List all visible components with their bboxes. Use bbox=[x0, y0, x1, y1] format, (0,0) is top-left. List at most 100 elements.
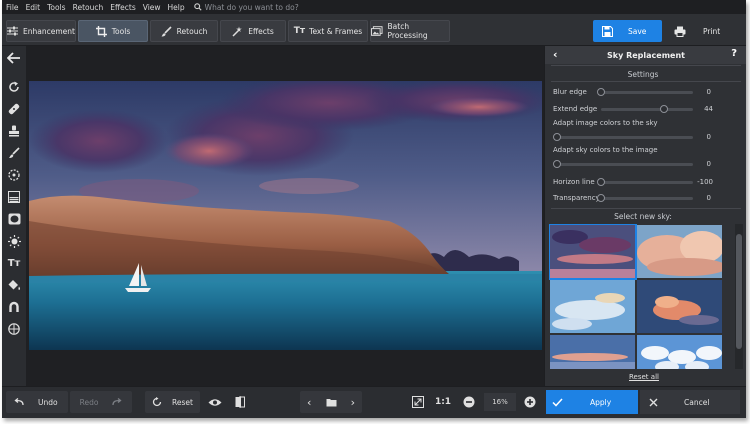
sky-thumbnail[interactable] bbox=[637, 335, 722, 369]
save-label: Save bbox=[628, 26, 647, 36]
tab-retouch-label: Retouch bbox=[176, 26, 208, 36]
gradient-icon bbox=[8, 191, 20, 203]
healing-tool[interactable] bbox=[5, 100, 23, 118]
search-box[interactable]: What do you want to do? bbox=[193, 3, 299, 12]
scrollbar-thumb[interactable] bbox=[736, 234, 742, 349]
redo-icon bbox=[112, 398, 122, 406]
menu-retouch[interactable]: Retouch bbox=[73, 3, 104, 12]
menu-edit[interactable]: Edit bbox=[26, 3, 41, 12]
sky-thumbnail[interactable] bbox=[637, 225, 722, 278]
cancel-button[interactable]: Cancel bbox=[640, 390, 740, 414]
paint-bucket-icon bbox=[8, 280, 20, 290]
tab-batch-processing[interactable]: Batch Processing bbox=[370, 20, 450, 42]
sky-thumbnails bbox=[549, 224, 733, 369]
print-button[interactable]: Print bbox=[666, 20, 740, 42]
brush-tool[interactable] bbox=[5, 144, 23, 162]
zoom-in-button[interactable] bbox=[520, 391, 540, 413]
compare-button[interactable] bbox=[230, 391, 250, 413]
adapt-image-colors-knob[interactable] bbox=[553, 133, 561, 141]
adapt-image-colors-slider[interactable] bbox=[555, 136, 693, 139]
tab-tools[interactable]: Tools bbox=[78, 20, 148, 42]
sky-thumbnail[interactable] bbox=[550, 280, 635, 333]
menu-tools[interactable]: Tools bbox=[47, 3, 65, 12]
rotate-tool[interactable] bbox=[5, 78, 23, 96]
rotate-icon bbox=[9, 81, 19, 92]
text-tool[interactable]: Tт bbox=[5, 254, 23, 272]
folder-icon[interactable] bbox=[326, 398, 337, 407]
horizon-line-knob[interactable] bbox=[597, 178, 605, 186]
save-button[interactable]: Save bbox=[593, 20, 662, 42]
compare-icon bbox=[235, 396, 245, 408]
reset-label: Reset bbox=[172, 397, 193, 407]
zoom-out-button[interactable] bbox=[459, 391, 479, 413]
tab-text-frames[interactable]: Tт Text & Frames bbox=[288, 20, 368, 42]
sky-thumbnail[interactable] bbox=[550, 335, 635, 369]
preview-toggle[interactable] bbox=[204, 391, 226, 413]
tab-text-frames-label: Text & Frames bbox=[309, 26, 363, 36]
actual-size-button[interactable]: 1:1 bbox=[432, 391, 454, 413]
thumbnails-scrollbar[interactable] bbox=[735, 224, 743, 369]
plus-circle-icon bbox=[524, 396, 536, 408]
sky-thumbnail[interactable] bbox=[549, 224, 637, 280]
search-icon bbox=[193, 3, 202, 11]
extend-edge-slider[interactable] bbox=[601, 108, 693, 111]
menu-view[interactable]: View bbox=[143, 3, 161, 12]
sky-thumbnail[interactable] bbox=[637, 280, 722, 333]
divider bbox=[551, 208, 741, 209]
clone-stamp-tool[interactable] bbox=[5, 122, 23, 140]
crop-icon bbox=[95, 25, 107, 37]
redo-button[interactable]: Redo bbox=[70, 391, 132, 413]
extend-edge-knob[interactable] bbox=[660, 105, 668, 113]
apply-button[interactable]: Apply bbox=[546, 390, 638, 414]
tab-enhancement[interactable]: Enhancement bbox=[6, 20, 76, 42]
sky-thumbnail-image bbox=[637, 280, 722, 333]
blur-edge-label: Blur edge bbox=[553, 88, 587, 96]
chevron-left-icon[interactable]: ‹ bbox=[553, 48, 558, 61]
sliders-icon bbox=[7, 26, 19, 36]
chevron-right-icon[interactable]: › bbox=[351, 396, 355, 409]
sky-thumbnail-image bbox=[550, 335, 635, 369]
blur-edge-slider[interactable] bbox=[601, 91, 693, 94]
chevron-left-icon[interactable]: ‹ bbox=[307, 396, 311, 409]
selection-tool[interactable] bbox=[5, 298, 23, 316]
undo-button[interactable]: Undo bbox=[6, 391, 68, 413]
vignette-tool[interactable] bbox=[5, 210, 23, 228]
menu-file[interactable]: File bbox=[6, 3, 19, 12]
text-icon: Tт bbox=[7, 257, 21, 269]
app-window: File Edit Tools Retouch Effects View Hel… bbox=[2, 0, 746, 418]
adapt-sky-colors-slider[interactable] bbox=[555, 163, 693, 166]
gradient-tool[interactable] bbox=[5, 188, 23, 206]
minus-circle-icon bbox=[463, 396, 475, 408]
select-new-sky-label: Select new sky: bbox=[614, 212, 672, 221]
sky-replacement-tool[interactable] bbox=[5, 320, 23, 338]
tab-effects[interactable]: Effects bbox=[220, 20, 286, 42]
extend-edge-label: Extend edge bbox=[553, 105, 598, 113]
tab-retouch[interactable]: Retouch bbox=[150, 20, 218, 42]
reset-button[interactable]: Reset bbox=[145, 391, 200, 413]
adapt-sky-colors-knob[interactable] bbox=[553, 160, 561, 168]
undo-label: Undo bbox=[38, 397, 58, 407]
help-icon[interactable]: ? bbox=[731, 48, 737, 59]
sky-thumbnail-image bbox=[637, 335, 722, 369]
zoom-level[interactable]: 16% bbox=[484, 393, 516, 411]
floppy-disk-icon bbox=[602, 25, 613, 37]
fit-screen-icon bbox=[412, 396, 424, 408]
checkmark-icon bbox=[552, 397, 563, 407]
menu-effects[interactable]: Effects bbox=[110, 3, 136, 12]
horizon-line-slider[interactable] bbox=[601, 181, 693, 184]
image-canvas[interactable] bbox=[26, 46, 544, 386]
blur-edge-knob[interactable] bbox=[597, 88, 605, 96]
fit-to-screen-button[interactable] bbox=[408, 391, 428, 413]
search-input[interactable]: What do you want to do? bbox=[205, 3, 299, 12]
fill-tool[interactable] bbox=[5, 276, 23, 294]
radial-tool[interactable] bbox=[5, 166, 23, 184]
transparency-slider[interactable] bbox=[601, 197, 693, 200]
eye-icon bbox=[208, 398, 222, 406]
bandage-icon bbox=[8, 103, 20, 115]
light-tool[interactable] bbox=[5, 232, 23, 250]
transparency-knob[interactable] bbox=[597, 194, 605, 202]
reset-all-link[interactable]: Reset all bbox=[629, 373, 659, 381]
back-arrow-tool[interactable] bbox=[5, 49, 23, 67]
file-navigation: ‹ › bbox=[300, 391, 362, 413]
menu-help[interactable]: Help bbox=[168, 3, 185, 12]
